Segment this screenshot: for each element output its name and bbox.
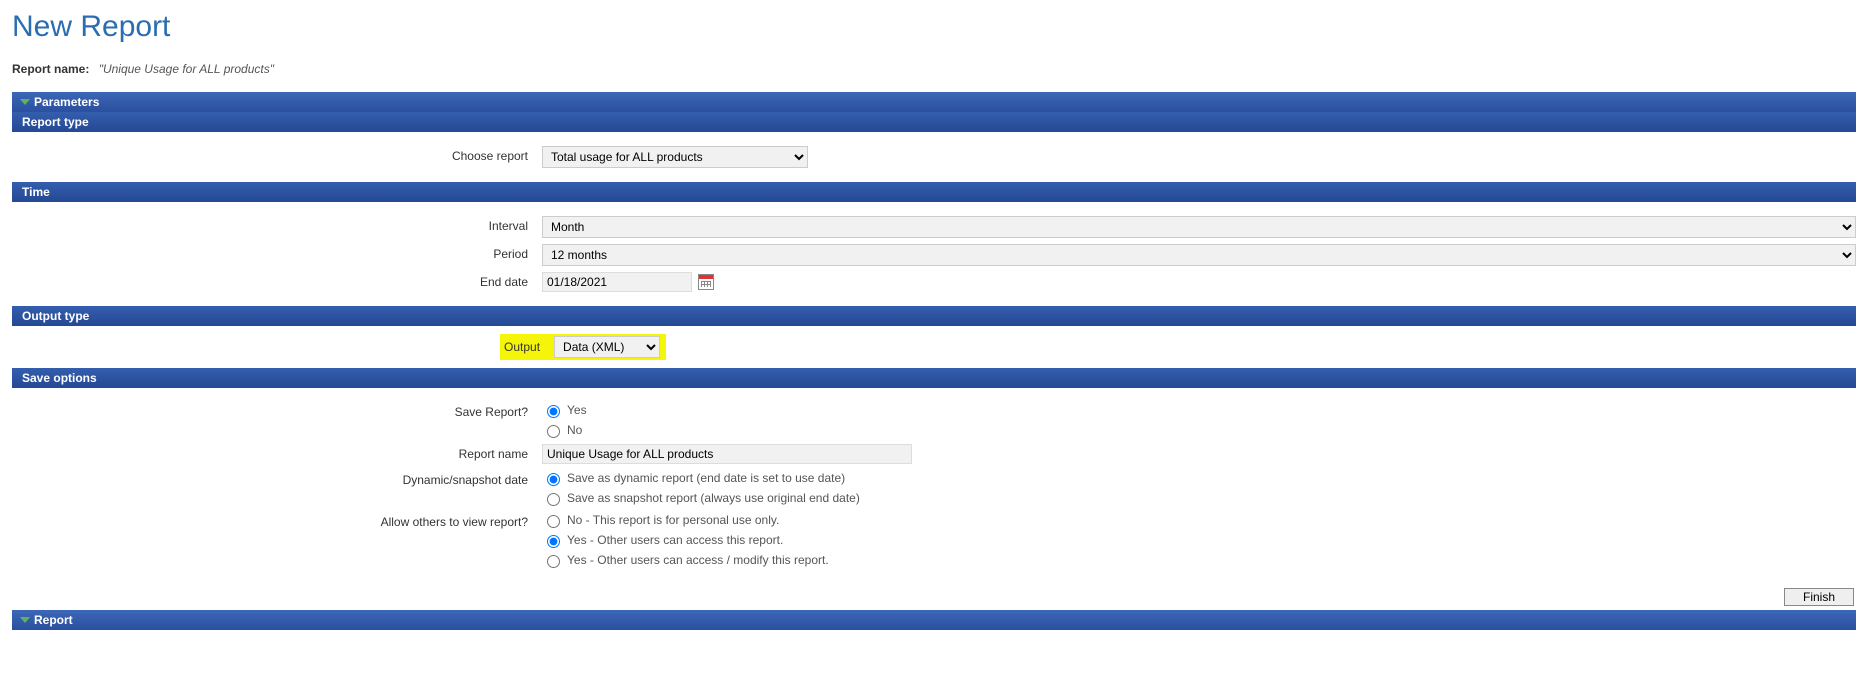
time-subsection: Time <box>12 182 1856 202</box>
save-report-label: Save Report? <box>12 402 542 419</box>
choose-report-select[interactable]: Total usage for ALL products <box>542 146 808 168</box>
save-options-subsection: Save options <box>12 368 1856 388</box>
parameters-section-header[interactable]: Parameters <box>12 92 1856 112</box>
output-highlight: Output Data (XML) <box>500 334 666 360</box>
save-no-radio[interactable] <box>547 425 560 438</box>
dynamic-option[interactable]: Save as dynamic report (end date is set … <box>542 470 1856 486</box>
allow-yes-access-option[interactable]: Yes - Other users can access this report… <box>542 532 1856 548</box>
dynamic-radio[interactable] <box>547 473 560 486</box>
snapshot-option[interactable]: Save as snapshot report (always use orig… <box>542 490 1856 506</box>
snapshot-option-label: Save as snapshot report (always use orig… <box>567 491 860 505</box>
report-name-display: Report name: "Unique Usage for ALL produ… <box>12 62 1856 76</box>
allow-yes-access-label: Yes - Other users can access this report… <box>567 533 783 547</box>
page-title: New Report <box>12 10 1856 44</box>
save-no-option[interactable]: No <box>542 422 1856 438</box>
period-label: Period <box>12 244 542 261</box>
save-report-name-label: Report name <box>12 444 542 461</box>
interval-select[interactable]: Month <box>542 216 1856 238</box>
report-name-value: "Unique Usage for ALL products" <box>99 62 274 76</box>
allow-no-label: No - This report is for personal use onl… <box>567 513 779 527</box>
dynamic-snapshot-label: Dynamic/snapshot date <box>12 470 542 487</box>
finish-button[interactable]: Finish <box>1784 588 1854 606</box>
snapshot-radio[interactable] <box>547 493 560 506</box>
allow-yes-modify-option[interactable]: Yes - Other users can access / modify th… <box>542 552 1856 568</box>
allow-yes-access-radio[interactable] <box>547 535 560 548</box>
allow-yes-modify-radio[interactable] <box>547 555 560 568</box>
end-date-input[interactable] <box>542 272 692 292</box>
save-report-name-input[interactable] <box>542 444 912 464</box>
dynamic-option-label: Save as dynamic report (end date is set … <box>567 471 845 485</box>
output-label: Output <box>500 340 554 354</box>
report-type-subsection: Report type <box>12 112 1856 132</box>
calendar-icon[interactable] <box>698 274 714 290</box>
output-type-subsection: Output type <box>12 306 1856 326</box>
save-yes-radio[interactable] <box>547 405 560 418</box>
save-yes-option[interactable]: Yes <box>542 402 1856 418</box>
end-date-label: End date <box>12 272 542 289</box>
choose-report-label: Choose report <box>12 146 542 163</box>
allow-yes-modify-label: Yes - Other users can access / modify th… <box>567 553 829 567</box>
allow-no-radio[interactable] <box>547 515 560 528</box>
allow-others-label: Allow others to view report? <box>12 512 542 529</box>
output-select[interactable]: Data (XML) <box>554 336 660 358</box>
save-no-label: No <box>567 423 582 437</box>
report-section-header[interactable]: Report <box>12 610 1856 630</box>
save-yes-label: Yes <box>567 403 587 417</box>
period-select[interactable]: 12 months <box>542 244 1856 266</box>
allow-no-option[interactable]: No - This report is for personal use onl… <box>542 512 1856 528</box>
interval-label: Interval <box>12 216 542 233</box>
report-name-label: Report name: <box>12 62 89 76</box>
